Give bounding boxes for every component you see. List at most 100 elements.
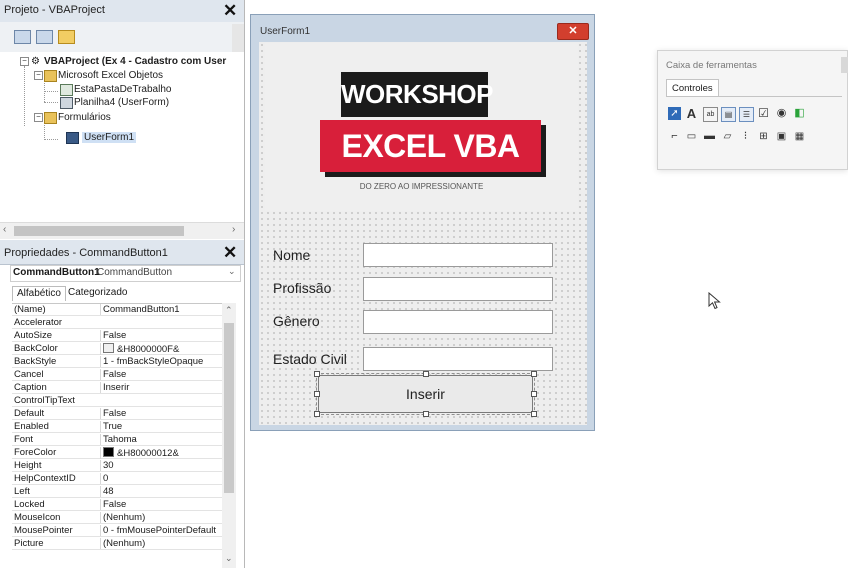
- property-row[interactable]: Default False: [12, 408, 222, 420]
- property-value[interactable]: &H8000000F&: [100, 343, 222, 355]
- nome-textbox[interactable]: [363, 243, 553, 267]
- frame-tool-icon[interactable]: ⌐: [668, 130, 681, 143]
- properties-scroll-thumb[interactable]: [224, 323, 234, 493]
- property-value[interactable]: 48: [100, 486, 222, 497]
- property-row[interactable]: ForeColor &H80000012&: [12, 447, 222, 459]
- userform-close-button[interactable]: ✕: [557, 23, 589, 40]
- workshop-logo-image[interactable]: WORKSHOP EXCEL VBA DO ZERO AO IMPRESSION…: [265, 43, 578, 211]
- commandbutton-tool-icon[interactable]: ▭: [685, 130, 698, 143]
- refedit-tool-icon[interactable]: ▦: [793, 130, 806, 143]
- togglebutton-tool-icon[interactable]: ◧: [793, 107, 806, 120]
- resize-handle[interactable]: [531, 391, 537, 397]
- listbox-tool-icon[interactable]: ☰: [739, 107, 754, 122]
- label-tool-icon[interactable]: A: [685, 107, 698, 120]
- property-row[interactable]: Left 48: [12, 486, 222, 498]
- property-value[interactable]: False: [100, 369, 222, 380]
- property-value[interactable]: (Nenhum): [100, 538, 222, 549]
- textbox-tool-icon[interactable]: ab: [703, 107, 718, 122]
- scrollbar-tool-icon[interactable]: ⁝: [739, 130, 752, 143]
- tab-controles[interactable]: Controles: [666, 79, 719, 97]
- view-code-icon[interactable]: [14, 30, 31, 44]
- scroll-left-icon[interactable]: ‹: [3, 224, 6, 235]
- tab-categorized[interactable]: Categorizado: [64, 286, 131, 301]
- profissao-textbox[interactable]: [363, 277, 553, 301]
- collapse-toggle-icon[interactable]: −: [34, 71, 43, 80]
- genero-textbox[interactable]: [363, 310, 553, 334]
- image-tool-icon[interactable]: ▣: [775, 130, 788, 143]
- property-row[interactable]: Picture (Nenhum): [12, 538, 222, 550]
- scroll-up-icon[interactable]: ⌃: [225, 305, 233, 316]
- property-row[interactable]: MousePointer 0 - fmMousePointerDefault: [12, 525, 222, 537]
- resize-handle[interactable]: [531, 371, 537, 377]
- collapse-toggle-icon[interactable]: −: [34, 113, 43, 122]
- property-row[interactable]: Enabled True: [12, 421, 222, 433]
- toggle-folders-icon[interactable]: [58, 30, 75, 44]
- properties-scrollbar[interactable]: ⌃ ⌄: [222, 303, 236, 568]
- project-explorer-hscrollbar[interactable]: ‹ ›: [0, 222, 244, 239]
- property-value[interactable]: &H80000012&: [100, 447, 222, 459]
- property-row[interactable]: BackColor &H8000000F&: [12, 343, 222, 355]
- tabstrip-tool-icon[interactable]: ▬: [703, 130, 716, 143]
- multipage-tool-icon[interactable]: ▱: [721, 130, 734, 143]
- resize-handle[interactable]: [314, 411, 320, 417]
- tree-item-sheet[interactable]: Planilha4 (UserForm): [74, 97, 169, 108]
- project-explorer-titlebar[interactable]: Projeto - VBAProject ✕: [0, 0, 244, 23]
- property-row[interactable]: HelpContextID 0: [12, 473, 222, 485]
- collapse-toggle-icon[interactable]: −: [20, 57, 29, 66]
- estado-civil-textbox[interactable]: [363, 347, 553, 371]
- resize-handle[interactable]: [531, 411, 537, 417]
- chevron-down-icon[interactable]: ⌄: [228, 266, 236, 277]
- property-value[interactable]: Tahoma: [100, 434, 222, 445]
- property-value[interactable]: True: [100, 421, 222, 432]
- select-objects-icon[interactable]: ➚: [668, 107, 681, 120]
- tab-alphabetic[interactable]: Alfabético: [12, 286, 66, 301]
- resize-handle[interactable]: [423, 411, 429, 417]
- insert-button[interactable]: Inserir: [318, 375, 533, 413]
- property-value[interactable]: 1 - fmBackStyleOpaque: [100, 356, 222, 367]
- property-row[interactable]: AutoSize False: [12, 330, 222, 342]
- project-explorer-scrollbar[interactable]: [232, 24, 244, 52]
- properties-titlebar[interactable]: Propriedades - CommandButton1 ✕: [0, 240, 244, 265]
- property-row[interactable]: Locked False: [12, 499, 222, 511]
- toolbox-grip[interactable]: [841, 57, 848, 73]
- tree-item-userform1[interactable]: UserForm1: [82, 132, 137, 143]
- optionbutton-tool-icon[interactable]: ◉: [775, 107, 788, 120]
- userform-canvas[interactable]: WORKSHOP EXCEL VBA DO ZERO AO IMPRESSION…: [259, 42, 587, 425]
- project-explorer-close-icon[interactable]: ✕: [223, 2, 237, 19]
- property-value[interactable]: False: [100, 499, 222, 510]
- resize-handle[interactable]: [423, 371, 429, 377]
- scroll-right-icon[interactable]: ›: [232, 224, 235, 235]
- property-value[interactable]: 30: [100, 460, 222, 471]
- property-row[interactable]: MouseIcon (Nenhum): [12, 512, 222, 524]
- property-row[interactable]: Caption Inserir: [12, 382, 222, 394]
- property-value[interactable]: Inserir: [100, 382, 222, 393]
- property-value[interactable]: False: [100, 408, 222, 419]
- combobox-tool-icon[interactable]: ▤: [721, 107, 736, 122]
- tree-item-excel-objects[interactable]: Microsoft Excel Objetos: [58, 70, 163, 81]
- label-profissao: Profissão: [273, 280, 332, 296]
- tree-item-workbook[interactable]: EstaPastaDeTrabalho: [74, 84, 171, 95]
- property-value[interactable]: 0: [100, 473, 222, 484]
- tree-item-forms-folder[interactable]: Formulários: [58, 112, 111, 123]
- property-row[interactable]: (Name) CommandButton1: [12, 304, 222, 316]
- tree-item-vbaproject[interactable]: VBAProject (Ex 4 - Cadastro com User: [44, 56, 226, 67]
- property-value[interactable]: False: [100, 330, 222, 341]
- property-value[interactable]: 0 - fmMousePointerDefault: [100, 525, 222, 536]
- property-row[interactable]: Height 30: [12, 460, 222, 472]
- properties-close-icon[interactable]: ✕: [223, 244, 237, 261]
- property-row[interactable]: Accelerator: [12, 317, 222, 329]
- view-object-icon[interactable]: [36, 30, 53, 44]
- hscroll-thumb[interactable]: [14, 226, 184, 236]
- property-value[interactable]: CommandButton1: [100, 304, 222, 315]
- property-row[interactable]: ControlTipText: [12, 395, 222, 407]
- scroll-down-icon[interactable]: ⌄: [225, 553, 233, 564]
- resize-handle[interactable]: [314, 391, 320, 397]
- spinbutton-tool-icon[interactable]: ⊞: [757, 130, 770, 143]
- property-value[interactable]: (Nenhum): [100, 512, 222, 523]
- property-row[interactable]: BackStyle 1 - fmBackStyleOpaque: [12, 356, 222, 368]
- object-selector-combo[interactable]: CommandButton1 CommandButton ⌄: [10, 265, 241, 282]
- checkbox-tool-icon[interactable]: ☑: [757, 107, 770, 120]
- property-row[interactable]: Font Tahoma: [12, 434, 222, 446]
- property-row[interactable]: Cancel False: [12, 369, 222, 381]
- resize-handle[interactable]: [314, 371, 320, 377]
